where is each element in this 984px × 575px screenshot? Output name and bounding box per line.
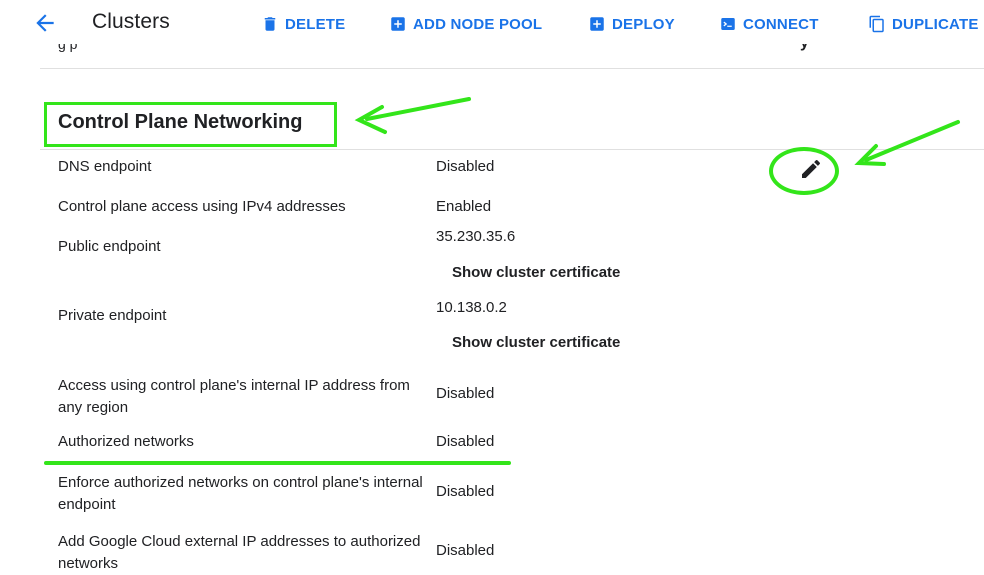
add-box-icon	[590, 17, 604, 31]
row-label-dns-endpoint: DNS endpoint	[58, 158, 152, 175]
scrolled-off-row: g p y	[40, 44, 984, 69]
row-value-ipv4-access: Enabled	[436, 198, 492, 215]
delete-label: DELETE	[285, 15, 346, 33]
show-cluster-certificate-link[interactable]: Show cluster certificate	[452, 334, 620, 351]
annotation-arrow-title	[354, 97, 471, 134]
terminal-icon	[721, 18, 735, 30]
row-label-ipv4-access: Control plane access using IPv4 addresse…	[58, 198, 346, 215]
row-label-enforce-authorized-networks: Enforce authorized networks on control p…	[58, 474, 423, 513]
add-box-icon	[391, 17, 405, 31]
row-label-private-endpoint: Private endpoint	[58, 307, 167, 324]
copy-icon	[869, 15, 884, 33]
row-value-internal-ip-any-region: Disabled	[436, 385, 495, 402]
row-label-public-endpoint: Public endpoint	[58, 238, 161, 255]
row-value-gcp-external-ips: Disabled	[436, 542, 495, 559]
divider	[40, 149, 984, 150]
row-value-private-endpoint: 10.138.0.2	[436, 299, 507, 316]
add-node-pool-button[interactable]: ADD NODE POOL	[389, 13, 542, 35]
duplicate-button[interactable]: DUPLICATE	[868, 13, 979, 35]
row-value-authorized-networks: Disabled	[436, 433, 495, 450]
scrolled-off-value: y	[800, 44, 809, 52]
annotation-underline	[44, 461, 511, 465]
scrolled-off-label: g p	[58, 44, 78, 52]
page-title: Clusters	[92, 10, 170, 33]
back-arrow-icon[interactable]	[32, 10, 58, 36]
duplicate-label: DUPLICATE	[892, 15, 979, 33]
add-node-pool-label: ADD NODE POOL	[413, 15, 543, 33]
annotation-arrow-edit	[854, 120, 960, 166]
trash-icon	[264, 17, 276, 31]
annotation-circle	[769, 147, 839, 195]
connect-button[interactable]: CONNECT	[719, 13, 819, 35]
row-label-authorized-networks: Authorized networks	[58, 433, 194, 450]
show-cluster-certificate-link[interactable]: Show cluster certificate	[452, 264, 620, 281]
connect-label: CONNECT	[743, 15, 819, 33]
row-value-dns-endpoint: Disabled	[436, 158, 495, 175]
deploy-label: DEPLOY	[612, 15, 675, 33]
delete-button[interactable]: DELETE	[261, 13, 345, 35]
row-value-enforce-authorized-networks: Disabled	[436, 483, 495, 500]
top-toolbar: Clusters DELETE ADD NODE POOL DEPLOY CON…	[0, 0, 984, 50]
row-label-internal-ip-any-region: Access using control plane's internal IP…	[58, 377, 410, 416]
annotation-highlight-box	[44, 102, 337, 147]
row-label-gcp-external-ips: Add Google Cloud external IP addresses t…	[58, 533, 421, 572]
deploy-button[interactable]: DEPLOY	[588, 13, 675, 35]
row-value-public-endpoint: 35.230.35.6	[436, 228, 516, 245]
